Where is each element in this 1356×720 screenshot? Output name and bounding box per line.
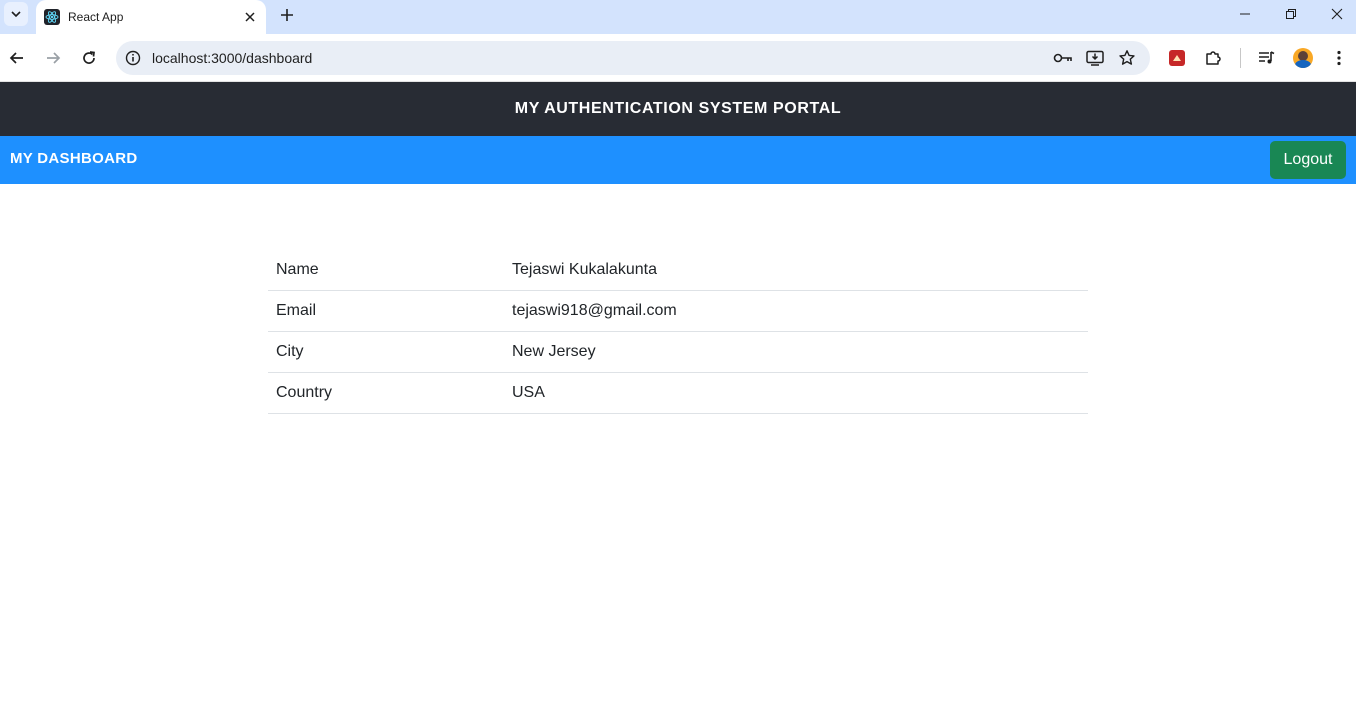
tab-search-button[interactable] bbox=[4, 2, 28, 26]
restore-icon bbox=[1286, 9, 1296, 19]
new-tab-button[interactable] bbox=[276, 4, 298, 26]
toolbar-separator bbox=[1240, 48, 1241, 68]
more-menu-button[interactable] bbox=[1325, 44, 1353, 72]
address-bar[interactable]: localhost:3000/dashboard bbox=[116, 41, 1150, 75]
row-label-city: City bbox=[268, 331, 504, 373]
close-window-button[interactable] bbox=[1314, 0, 1356, 28]
back-button[interactable] bbox=[3, 44, 31, 72]
media-controls-button[interactable] bbox=[1253, 44, 1281, 72]
row-value-email: tejaswi918@gmail.com bbox=[504, 290, 1088, 332]
minimize-button[interactable] bbox=[1222, 0, 1268, 28]
site-info-button[interactable] bbox=[124, 49, 142, 67]
forward-button[interactable] bbox=[39, 44, 67, 72]
app-title: MY AUTHENTICATION SYSTEM PORTAL bbox=[514, 100, 842, 117]
profile-table: Name Tejaswi Kukalakunta Email tejaswi91… bbox=[268, 250, 1088, 414]
table-row: Name Tejaswi Kukalakunta bbox=[268, 250, 1088, 291]
restore-button[interactable] bbox=[1268, 0, 1314, 28]
profile-button[interactable] bbox=[1289, 44, 1317, 72]
profile-avatar-icon bbox=[1293, 48, 1313, 68]
reload-icon bbox=[83, 51, 95, 64]
bookmark-button[interactable] bbox=[1116, 48, 1138, 68]
plus-icon bbox=[281, 9, 293, 21]
password-manager-button[interactable] bbox=[1052, 48, 1074, 68]
info-icon bbox=[125, 50, 141, 66]
reload-button[interactable] bbox=[75, 44, 103, 72]
row-label-name: Name bbox=[268, 250, 504, 291]
table-row: City New Jersey bbox=[268, 331, 1088, 373]
extension-icon bbox=[1169, 50, 1185, 66]
browser-toolbar: localhost:3000/dashboard bbox=[0, 34, 1356, 82]
close-icon bbox=[245, 12, 255, 22]
extensions-menu-button[interactable] bbox=[1199, 44, 1227, 72]
password-key-icon bbox=[1053, 53, 1072, 63]
chevron-down-icon bbox=[11, 11, 21, 18]
table-row: Email tejaswi918@gmail.com bbox=[268, 290, 1088, 332]
browser-tab-bar: React App bbox=[0, 0, 1356, 34]
logout-button[interactable]: Logout bbox=[1270, 141, 1346, 179]
row-label-email: Email bbox=[268, 290, 504, 332]
react-favicon-icon bbox=[44, 9, 60, 25]
install-app-icon bbox=[1086, 50, 1104, 66]
more-menu-icon bbox=[1337, 50, 1341, 66]
row-value-country: USA bbox=[504, 372, 1088, 414]
row-value-name: Tejaswi Kukalakunta bbox=[504, 250, 1088, 291]
bookmark-star-icon bbox=[1119, 50, 1135, 65]
row-label-country: Country bbox=[268, 372, 504, 414]
tab-title: React App bbox=[68, 10, 124, 24]
minimize-icon bbox=[1240, 13, 1250, 15]
browser-tab-active[interactable]: React App bbox=[36, 0, 266, 34]
close-tab-button[interactable] bbox=[240, 7, 260, 27]
media-queue-icon bbox=[1259, 51, 1275, 64]
app-header: MY AUTHENTICATION SYSTEM PORTAL bbox=[0, 82, 1356, 136]
table-row: Country USA bbox=[268, 372, 1088, 414]
row-value-city: New Jersey bbox=[504, 331, 1088, 373]
forward-icon bbox=[47, 52, 61, 64]
back-icon bbox=[9, 52, 23, 64]
puzzle-icon bbox=[1206, 51, 1221, 65]
url-text[interactable]: localhost:3000/dashboard bbox=[152, 50, 312, 66]
close-icon bbox=[1331, 8, 1343, 20]
install-app-button[interactable] bbox=[1084, 48, 1106, 68]
profile-table-container: Name Tejaswi Kukalakunta Email tejaswi91… bbox=[268, 250, 1088, 414]
extension-button[interactable] bbox=[1163, 44, 1191, 72]
dashboard-navbar: MY DASHBOARD Logout bbox=[0, 136, 1356, 184]
nav-brand[interactable]: MY DASHBOARD bbox=[10, 150, 138, 167]
